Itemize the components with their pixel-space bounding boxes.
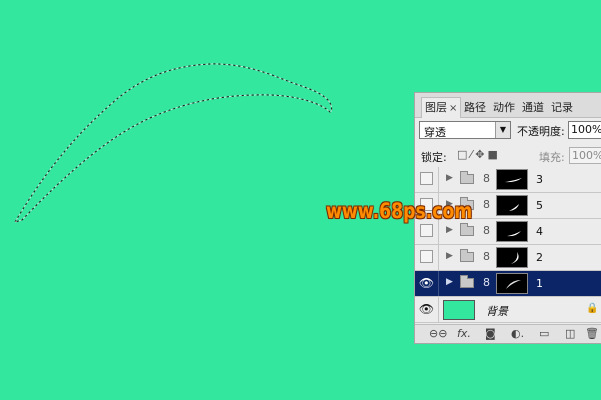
layer-name[interactable]: 3 [536,173,543,186]
layer-name[interactable]: 背景 [486,303,508,319]
layer-thumbnail [496,273,528,294]
layer-row-background[interactable]: 👁 背景 🔒 [415,297,601,323]
expand-triangle-icon[interactable]: ▶ [446,173,453,183]
watermark: www.68ps.com [326,199,473,223]
trash-icon[interactable]: 🗑 [585,327,599,340]
fill-input[interactable]: 100% [569,147,601,164]
layer-name[interactable]: 1 [536,277,543,290]
folder-icon [460,249,474,262]
lock-transparency-icon[interactable]: □ [457,148,470,161]
visibility-toggle[interactable] [415,167,439,192]
tab-paths[interactable]: 路径 [461,99,489,117]
layer-thumbnail [496,247,528,268]
eye-icon[interactable]: 👁 [415,271,439,296]
expand-triangle-icon[interactable]: ▶ [446,251,453,261]
chevron-down-icon[interactable]: ▼ [495,122,510,138]
blend-mode-value: 穿透 [424,126,446,139]
new-layer-icon[interactable]: ◫ [565,327,575,340]
close-icon[interactable]: × [449,103,457,114]
layer-name[interactable]: 2 [536,251,543,264]
layer-thumbnail [443,300,475,320]
link-icon: 8 [483,172,490,185]
lock-move-icon[interactable]: ✥ [475,148,487,161]
link-icon: 8 [483,276,490,289]
expand-triangle-icon[interactable]: ▶ [446,225,453,235]
layer-list: ▶ 8 3 ▶ 8 5 ▶ 8 4 ▶ 8 2 👁 ▶ 8 1 👁 背景 🔒 [415,167,601,326]
opacity-input[interactable]: 100% [568,121,601,139]
layer-row-selected[interactable]: 👁 ▶ 8 1 [415,271,601,297]
lock-icon: 🔒 [586,303,599,314]
eye-icon[interactable]: 👁 [415,297,439,322]
lock-options: □⁄✥■ [457,148,501,161]
tab-actions[interactable]: 动作 [490,99,518,117]
layer-row[interactable]: ▶ 8 2 [415,245,601,271]
layer-name[interactable]: 4 [536,225,543,238]
visibility-toggle[interactable] [415,245,439,270]
folder-icon [460,223,474,236]
fx-icon[interactable]: fx. [457,327,471,340]
group-icon[interactable]: ▭ [539,327,549,340]
blend-mode-select[interactable]: 穿透 ▼ [419,121,511,139]
expand-triangle-icon[interactable]: ▶ [446,277,453,287]
lock-row: 锁定: □⁄✥■ 填充: 100% [415,145,601,168]
layer-thumbnail [496,221,528,242]
panel-bottom-bar: ⊖⊖ fx. ◙ ◐. ▭ ◫ 🗑 [415,324,601,343]
layer-thumbnail [496,169,528,190]
tab-history[interactable]: 记录 [548,99,576,117]
blend-row: 穿透 ▼ 不透明度: 100% [419,121,601,141]
link-icon[interactable]: ⊖⊖ [429,327,447,340]
folder-icon [460,275,474,288]
tab-channels[interactable]: 通道 [519,99,547,117]
lock-label: 锁定: [421,151,447,164]
layer-thumbnail [496,195,528,216]
adjustment-icon[interactable]: ◐. [511,327,524,340]
link-icon: 8 [483,250,490,263]
layer-row[interactable]: ▶ 8 3 [415,167,601,193]
opacity-label: 不透明度: [517,125,565,138]
layer-name[interactable]: 5 [536,199,543,212]
fill-label: 填充: [539,151,565,164]
mask-icon[interactable]: ◙ [485,327,496,340]
panel-tabs: 图层 × 路径 动作 通道 记录 [415,93,601,118]
link-icon: 8 [483,198,490,211]
link-icon: 8 [483,224,490,237]
lock-all-icon[interactable]: ■ [487,148,500,161]
tab-layers[interactable]: 图层 × [421,97,462,118]
folder-icon [460,171,474,184]
